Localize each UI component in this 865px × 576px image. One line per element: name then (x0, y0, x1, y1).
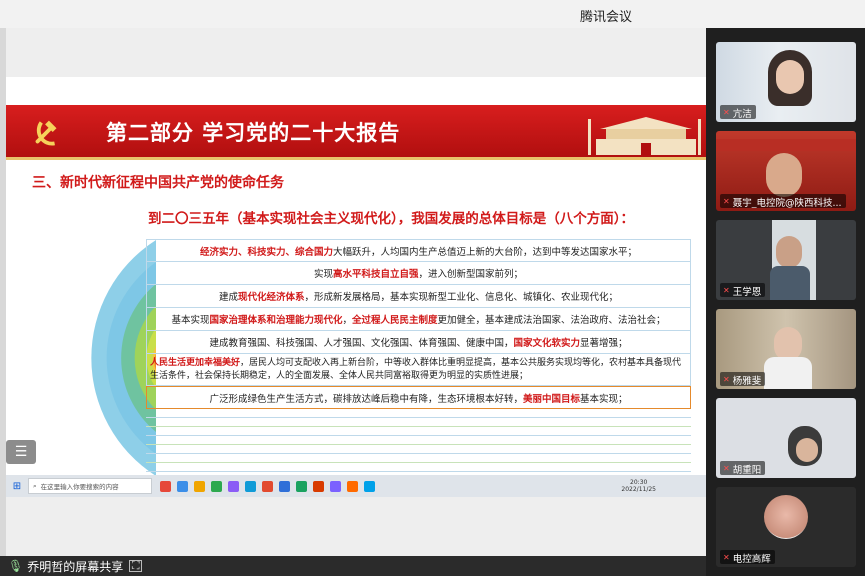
slide-banner-title: 第二部分 学习党的二十大报告 (106, 120, 401, 145)
blank-line (146, 463, 691, 472)
taskbar-app-icon (228, 480, 239, 492)
taskbar-app-icons (160, 480, 375, 492)
window-title: 腾讯会议 (580, 10, 633, 25)
search-icon: ⌕ (33, 481, 37, 490)
microphone-icon[interactable]: 🎙 (8, 559, 23, 573)
mic-muted-icon: ✕ (723, 197, 730, 206)
taskbar-app-icon (347, 480, 358, 492)
fullscreen-icon[interactable]: ⛶ (129, 559, 143, 572)
goals-table: 经济实力、科技实力、综合国力 大幅跃升，人均国内生产总值迈上新的大台阶，达到中等发… (146, 239, 691, 475)
presenter-taskbar: ⊞ ⌕ 在这里输入你要搜索的内容 20:30 2022/11/25 (6, 475, 706, 497)
taskbar-app-icon (160, 480, 171, 492)
mic-muted-icon: ✕ (723, 286, 730, 295)
taskbar-app-icon (262, 480, 273, 492)
goal-row-1: 经济实力、科技实力、综合国力 大幅跃升，人均国内生产总值迈上新的大台阶，达到中等发… (146, 239, 691, 262)
goal-row-2: 实现 高水平科技自立自强 ，进入创新型国家前列； (146, 262, 691, 285)
mic-muted-icon: ✕ (723, 375, 730, 384)
goal-row-4: 基本实现 国家治理体系和治理能力现代化，全过程人民民主制度 更加健全，基本建成法治国… (146, 308, 691, 331)
bottom-bar: 🎙 乔明哲的屏幕共享 ⛶ (0, 556, 706, 576)
participant-name-tag: ✕ 亢洁 (720, 105, 756, 119)
participant-name-tag: ✕ 聂宇_电控院@陕西科技... (720, 194, 846, 208)
party-emblem-icon (35, 120, 57, 146)
taskbar-app-icon (177, 480, 188, 492)
blank-line (146, 427, 691, 436)
meeting-window: 腾讯会议 第二部分 学习党的二十大报告 三、新时代新征程中国共产党的使命任务 到… (0, 0, 865, 576)
goal-row-6: 人民生活更加幸福美好，居民人均可支配收入再上新台阶，中等收入群体比重明显提高，基… (146, 354, 691, 386)
blank-line (146, 454, 691, 463)
taskbar-app-icon (279, 480, 290, 492)
taskbar-app-icon (330, 480, 341, 492)
taskbar-search-box: ⌕ 在这里输入你要搜索的内容 (28, 478, 152, 494)
taskbar-app-icon (194, 480, 205, 492)
mic-muted-icon: ✕ (723, 108, 730, 117)
title-bar: 腾讯会议 (0, 0, 865, 28)
blank-line (146, 445, 691, 454)
windows-start-icon: ⊞ (12, 480, 22, 492)
goal-row-5: 建成教育强国、科技强国、人才强国、文化强国、体育强国、健康中国， 国家文化软实力显… (146, 331, 691, 354)
goal-row-3: 建成 现代化经济体系 ，形成新发展格局，基本实现新型工业化、信息化、城镇化、农业现代… (146, 285, 691, 308)
section-title: 三、新时代新征程中国共产党的使命任务 (32, 175, 284, 191)
participant-tile[interactable]: ✕ 亢洁 (716, 42, 856, 122)
clock-date: 2022/11/25 (621, 486, 656, 493)
blank-line (146, 418, 691, 427)
presentation-slide: 第二部分 学习党的二十大报告 三、新时代新征程中国共产党的使命任务 到二〇三五年… (6, 77, 706, 475)
participant-name-tag: ✕ 杨雅斐 (720, 372, 766, 386)
participant-tile[interactable]: ✕ 杨雅斐 (716, 309, 856, 389)
taskbar-clock: 20:30 2022/11/25 (621, 479, 656, 493)
avatar (764, 495, 808, 539)
participant-tile[interactable]: ✕ 电控高辉 (716, 487, 856, 567)
blank-line (146, 409, 691, 418)
participant-name-tag: ✕ 胡重阳 (720, 461, 766, 475)
screen-share-label: 乔明哲的屏幕共享 (27, 559, 124, 574)
side-menu-button[interactable]: ☰ (6, 440, 36, 464)
participant-tile[interactable]: ✕ 胡重阳 (716, 398, 856, 478)
mic-muted-icon: ✕ (723, 553, 730, 562)
participant-name-tag: ✕ 王学恩 (720, 283, 766, 297)
participant-tile[interactable]: ✕ 聂宇_电控院@陕西科技... (716, 131, 856, 211)
mic-muted-icon: ✕ (723, 464, 730, 473)
participants-panel: ✕ 亢洁 ✕ 聂宇_电控院@陕西科技... ✕ 王学恩 ✕ 杨雅斐 ✕ 胡重阳 … (706, 28, 865, 576)
taskbar-app-icon (364, 480, 375, 492)
participant-name-tag: ✕ 电控高辉 (720, 550, 775, 564)
taskbar-app-icon (313, 480, 324, 492)
clock-time: 20:30 (630, 479, 648, 486)
slide-subtitle: 到二〇三五年（基本实现社会主义现代化），我国发展的总体目标是（八个方面）： (148, 211, 634, 227)
taskbar-app-icon (211, 480, 222, 492)
taskbar-app-icon (296, 480, 307, 492)
slide-banner: 第二部分 学习党的二十大报告 (6, 105, 706, 160)
taskbar-app-icon (245, 480, 256, 492)
taskbar-search-placeholder: 在这里输入你要搜索的内容 (40, 483, 119, 491)
blank-line (146, 436, 691, 445)
participant-tile[interactable]: ✕ 王学恩 (716, 220, 856, 300)
goal-row-7: 广泛形成绿色生产生活方式，碳排放达峰后稳中有降，生态环境根本好转， 美丽中国目标基… (146, 386, 691, 409)
tiananmen-icon (588, 117, 701, 155)
